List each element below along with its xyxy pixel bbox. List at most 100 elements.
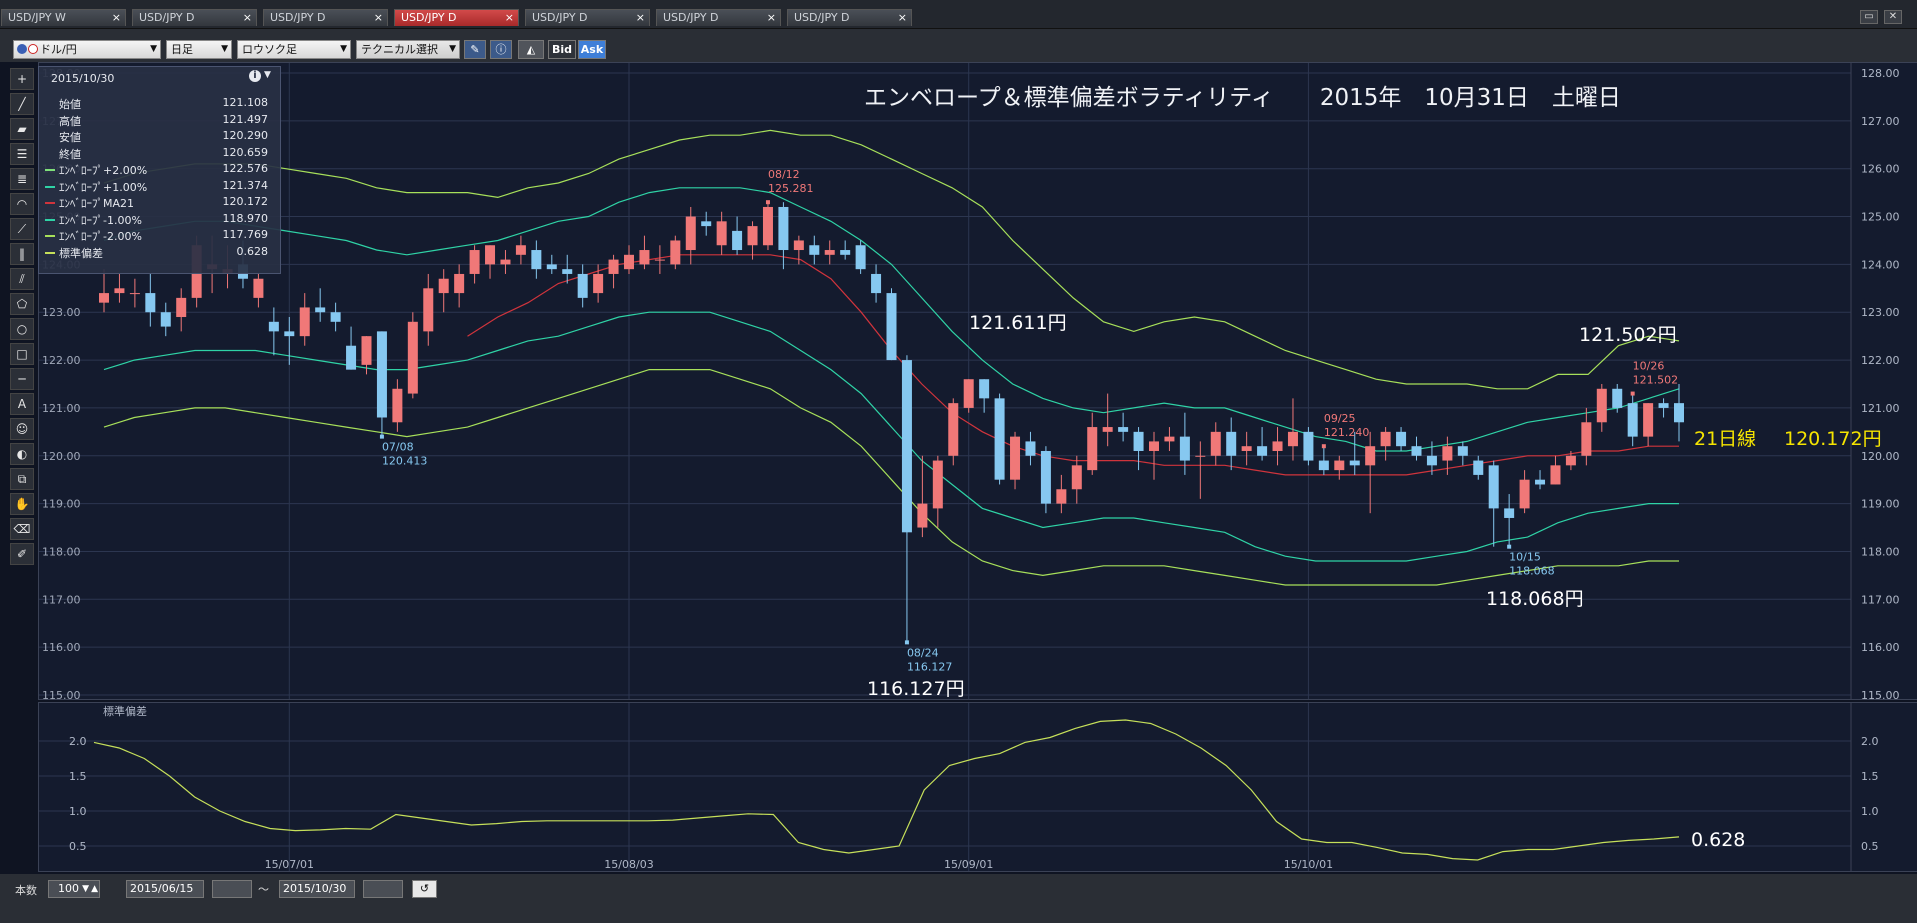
candle-body: [1118, 427, 1129, 432]
copy-icon[interactable]: ⧉: [10, 468, 34, 490]
candle-body: [531, 250, 542, 270]
marker: [1630, 391, 1635, 396]
info-label: ｴﾝﾍﾞﾛｰﾌﾟMA21: [59, 197, 135, 210]
channel-icon[interactable]: ⫽: [10, 268, 34, 290]
polygon-icon[interactable]: ⬠: [10, 293, 34, 315]
line-icon[interactable]: ─: [10, 368, 34, 390]
fan-icon[interactable]: ◠: [10, 193, 34, 215]
y-tick-label: 0.5: [1861, 840, 1879, 853]
candle-body: [670, 240, 681, 265]
ruler-icon[interactable]: ▰: [10, 118, 34, 140]
y-tick-label: 116.00: [1861, 641, 1900, 654]
close-icon[interactable]: ×: [636, 10, 645, 26]
chart-toolbar: ドル/円 ▼ 日足 ▼ ロウソク足 ▼ テクニカル選択 ▼ ✎ ⓘ ◭ Bid …: [0, 29, 1917, 62]
tab-3[interactable]: USD/JPY D ×: [263, 9, 388, 26]
trendline-icon[interactable]: ╱: [10, 93, 34, 115]
candle-body: [1133, 431, 1144, 451]
ask-button[interactable]: Ask: [578, 40, 606, 59]
y-tick-label: 124.00: [1861, 258, 1900, 271]
technical-select[interactable]: テクニカル選択 ▼: [356, 40, 460, 59]
technical-label: テクニカル選択: [361, 43, 438, 56]
candle-body: [1380, 431, 1391, 447]
y-tick-label: 1.5: [1861, 770, 1879, 783]
candle-body: [346, 345, 357, 370]
close-icon[interactable]: ×: [505, 10, 514, 26]
count-input[interactable]: 100 ▼ ▲: [48, 880, 100, 898]
hand-icon[interactable]: ✋: [10, 493, 34, 515]
candle-body: [608, 259, 619, 274]
stddev-chart[interactable]: 2.0 2.0 1.5 1.5 1.0 1.0 0.5 0.5 15/07/01 15/08/03…: [39, 703, 1917, 871]
stddev-chart-pane[interactable]: 2.0 2.0 1.5 1.5 1.0 1.0 0.5 0.5 15/07/01 15/08/03…: [38, 702, 1917, 872]
annotation-date: 10/15: [1509, 551, 1541, 564]
candle-body: [1442, 446, 1453, 461]
eraser-icon[interactable]: ⌫: [10, 518, 34, 540]
chevron-down-icon[interactable]: ▼: [264, 70, 271, 80]
text-icon[interactable]: A: [10, 393, 34, 415]
candle-body: [1488, 465, 1499, 509]
candle: [392, 379, 403, 432]
eraser-all-icon[interactable]: ✐: [10, 543, 34, 565]
candle: [1627, 393, 1638, 447]
circle-icon[interactable]: ○: [10, 318, 34, 340]
tab-4[interactable]: USD/JPY D ×: [394, 9, 519, 26]
count-value: 100: [58, 882, 79, 895]
close-icon[interactable]: ×: [243, 10, 252, 26]
price-chart[interactable]: 128.00128.00127.00127.00126.00126.00125.…: [39, 63, 1917, 702]
currency-pair-select[interactable]: ドル/円 ▼: [13, 40, 161, 59]
close-icon[interactable]: ×: [898, 10, 907, 26]
bid-button[interactable]: Bid: [548, 40, 576, 59]
info-icon[interactable]: ⓘ: [490, 40, 512, 59]
candle: [407, 312, 418, 399]
close-window-icon[interactable]: ✕: [1884, 10, 1902, 24]
to-date-input[interactable]: 2015/10/30: [279, 880, 355, 898]
ma-value: 120.172円: [1784, 428, 1882, 450]
candle-body: [562, 269, 573, 274]
rectangle-icon[interactable]: □: [10, 343, 34, 365]
series-swatch: [45, 235, 55, 237]
from-date-input[interactable]: 2015/06/15: [126, 880, 204, 898]
candle: [917, 455, 928, 538]
ohlc-info-panel: 2015/10/30 i ▼ 始値 121.108 高値 121.497 安値 120.2…: [38, 66, 281, 274]
bottom-bar: 本数 100 ▼ ▲ 2015/06/15 ～ 2015/10/30 ↺: [0, 874, 1917, 923]
to-time-input[interactable]: [363, 880, 403, 898]
chart-type-select[interactable]: ロウソク足 ▼: [237, 40, 351, 59]
gann-fan-icon[interactable]: ⟋: [10, 218, 34, 240]
crosshair-icon[interactable]: +: [10, 68, 34, 90]
price-chart-pane[interactable]: 128.00128.00127.00127.00126.00126.00125.…: [38, 62, 1917, 702]
chevron-down-icon[interactable]: ▼: [82, 881, 89, 897]
candle-body: [407, 321, 418, 394]
candle-body: [1241, 446, 1252, 451]
tab-5[interactable]: USD/JPY D ×: [525, 9, 650, 26]
from-time-input[interactable]: [212, 880, 252, 898]
magnet-icon[interactable]: ◐: [10, 443, 34, 465]
candle-body: [176, 297, 187, 318]
chevron-up-icon[interactable]: ▲: [91, 881, 98, 897]
candle: [1396, 427, 1407, 451]
info-icon[interactable]: i: [249, 70, 261, 82]
restore-window-icon[interactable]: ▭: [1860, 10, 1878, 24]
candle: [346, 326, 357, 370]
candle: [469, 245, 480, 284]
candle-body: [716, 221, 727, 246]
refresh-icon[interactable]: ↺: [412, 880, 437, 898]
candle: [747, 221, 758, 260]
horizontal-lines-icon[interactable]: ☰: [10, 143, 34, 165]
candle-body: [932, 460, 943, 509]
tab-1[interactable]: USD/JPY W ×: [1, 9, 126, 26]
tab-6[interactable]: USD/JPY D ×: [656, 9, 781, 26]
close-icon[interactable]: ×: [767, 10, 776, 26]
candle-body: [577, 273, 588, 298]
close-icon[interactable]: ×: [112, 10, 121, 26]
vertical-lines-icon[interactable]: ‖: [10, 243, 34, 265]
draw-pen-icon[interactable]: ✎: [464, 40, 486, 59]
area-chart-icon[interactable]: ◭: [518, 40, 544, 59]
close-icon[interactable]: ×: [374, 10, 383, 26]
emoji-icon[interactable]: ☺: [10, 418, 34, 440]
fibonacci-icon[interactable]: ≣: [10, 168, 34, 190]
tab-7[interactable]: USD/JPY D ×: [787, 9, 912, 26]
candle-body: [1581, 422, 1592, 456]
candle-body: [840, 250, 851, 255]
info-label: 高値: [59, 114, 81, 128]
period-select[interactable]: 日足 ▼: [166, 40, 232, 59]
tab-2[interactable]: USD/JPY D ×: [132, 9, 257, 26]
